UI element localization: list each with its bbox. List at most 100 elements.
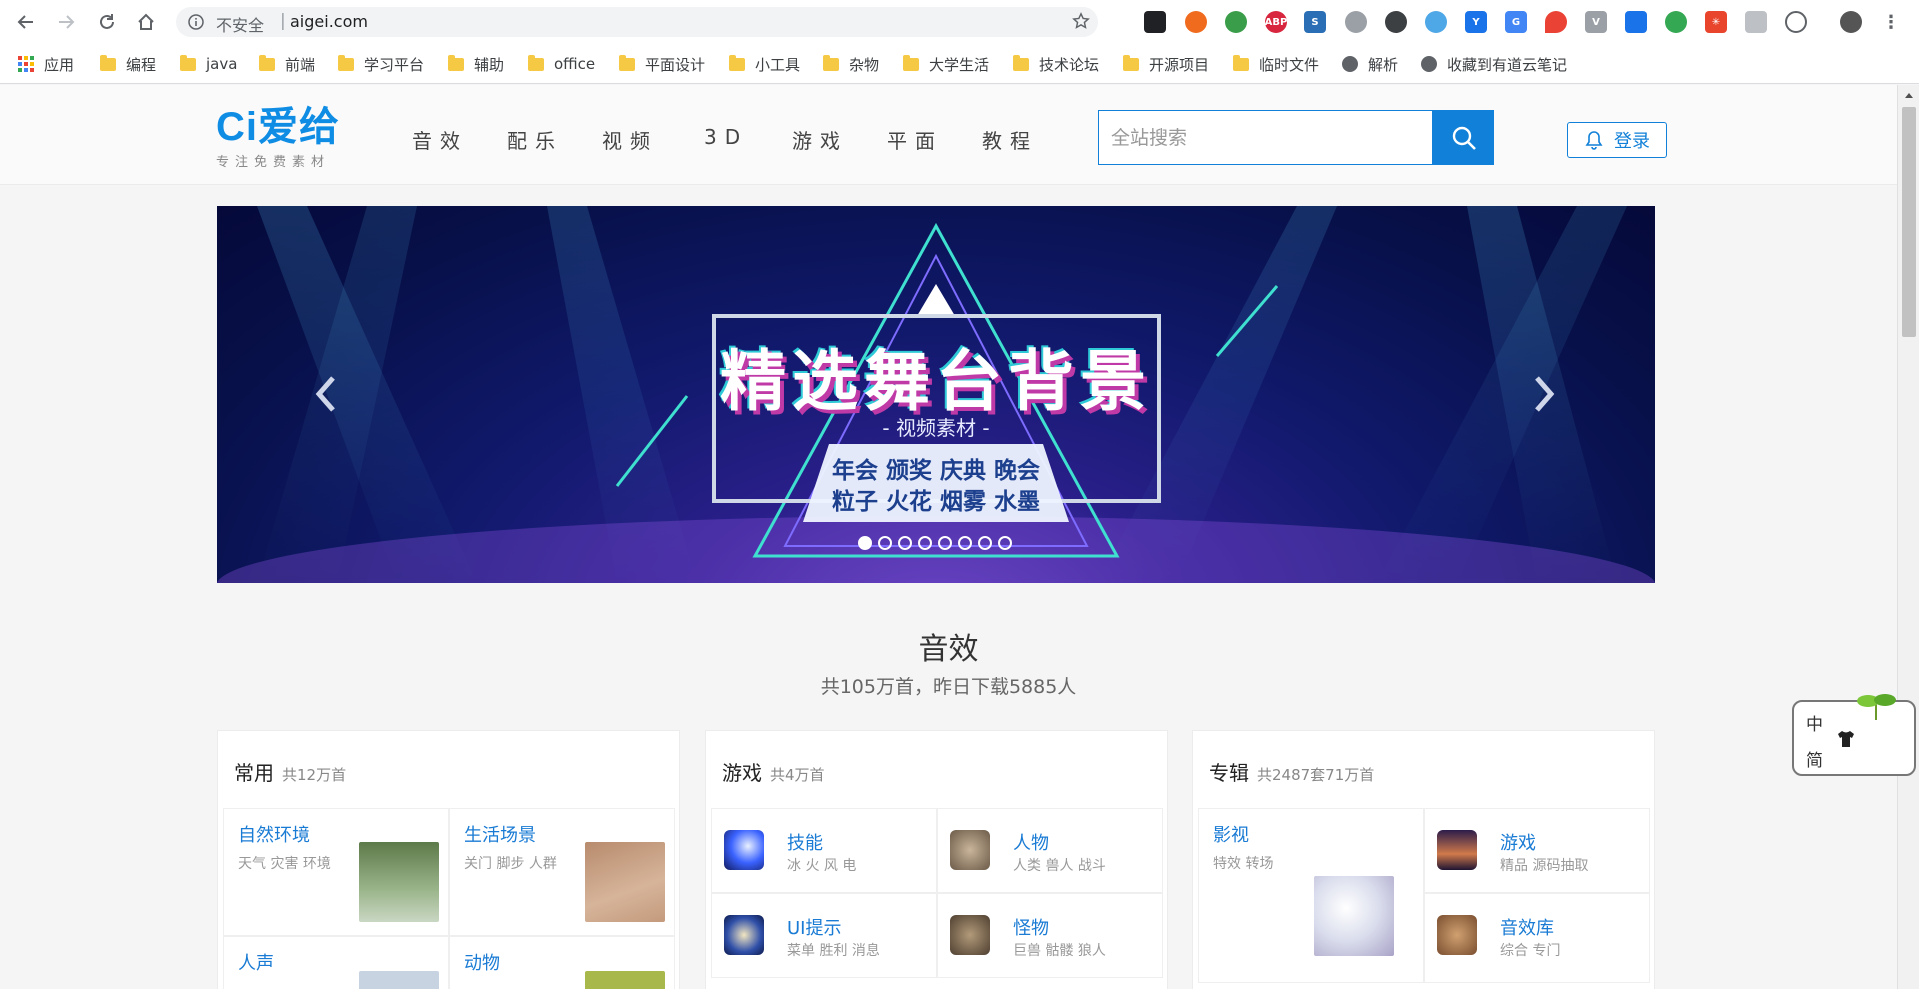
address-separator: |	[280, 11, 286, 31]
site-logo[interactable]: Ci爱给 专注免费素材	[216, 107, 340, 170]
folder-icon	[823, 54, 839, 71]
category-card: 常用 共12万首 自然环境 天气 灾害 环境 生活场景 关门 脚步 人群 人声 动…	[217, 730, 680, 989]
bookmark-folder[interactable]: 前端	[259, 54, 315, 74]
monster-icon	[950, 915, 990, 955]
extension-icon[interactable]	[1625, 11, 1647, 33]
nav-item-tutorial[interactable]: 教程	[982, 125, 1038, 154]
nav-item-video[interactable]: 视频	[602, 125, 658, 154]
extension-icon[interactable]	[1225, 11, 1247, 33]
extension-icon[interactable]	[1345, 11, 1367, 33]
search-box	[1098, 110, 1433, 165]
item-title: 人物	[1013, 833, 1049, 854]
extension-icon[interactable]	[1665, 11, 1687, 33]
extension-icon[interactable]: Y	[1465, 11, 1487, 33]
carousel-dot[interactable]	[998, 536, 1012, 550]
bookmark-folder[interactable]: 平面设计	[619, 54, 705, 74]
adblock-icon[interactable]: ABP	[1265, 11, 1287, 33]
carousel-dot[interactable]	[958, 536, 972, 550]
page-scrollbar[interactable]	[1897, 85, 1919, 989]
banner-tags-line: 粒子 火花 烟雾 水墨	[831, 489, 1041, 515]
category-item[interactable]: 动物	[449, 936, 675, 989]
address-bar[interactable]: 不安全 | aigei.com	[176, 7, 1098, 37]
bookmark-folder[interactable]: 小工具	[729, 54, 800, 74]
info-icon[interactable]	[188, 14, 204, 34]
bookmark-folder[interactable]: 临时文件	[1233, 54, 1319, 74]
bookmark-folder[interactable]: 辅助	[448, 54, 504, 74]
carousel-prev-button[interactable]	[305, 369, 345, 419]
category-item[interactable]: UI提示 菜单 胜利 消息	[711, 893, 937, 978]
extension-icon[interactable]	[1144, 11, 1166, 33]
back-icon[interactable]	[14, 10, 38, 34]
item-tags: 冰 火 风 电	[787, 858, 857, 874]
scroll-thumb[interactable]	[1902, 107, 1916, 337]
category-item[interactable]: 游戏 精品 源码抽取	[1424, 808, 1650, 893]
home-icon[interactable]	[134, 10, 158, 34]
category-item[interactable]: 人物 人类 兽人 战斗	[937, 808, 1163, 893]
bookmark-folder[interactable]: 大学生活	[903, 54, 989, 74]
nav-item-graphic[interactable]: 平面	[887, 125, 943, 154]
carousel-dot[interactable]	[878, 536, 892, 550]
bookmark-link[interactable]: 收藏到有道云笔记	[1421, 54, 1567, 74]
bookmark-apps[interactable]: 应用	[18, 54, 74, 74]
avatar[interactable]	[1840, 11, 1862, 33]
category-item[interactable]: 怪物 巨兽 骷髅 狼人	[937, 893, 1163, 978]
url-text[interactable]: aigei.com	[290, 12, 368, 31]
extension-icon[interactable]	[1785, 11, 1807, 33]
translate-icon[interactable]: G	[1505, 11, 1527, 33]
category-item[interactable]: 音效库 综合 专门	[1424, 893, 1650, 983]
folder-icon	[1123, 54, 1139, 71]
security-label: 不安全	[216, 16, 265, 35]
hero-banner[interactable]: 精选舞台背景 - 视频素材 - 年会 颁奖 庆典 晚会 粒子 火花 烟雾 水墨	[217, 206, 1655, 583]
menu-icon[interactable]: ⋮	[1880, 11, 1902, 33]
ui-icon	[724, 915, 764, 955]
login-button[interactable]: 登录	[1567, 122, 1667, 158]
scroll-up-arrow-icon[interactable]	[1905, 93, 1913, 98]
bookmark-folder[interactable]: 编程	[100, 54, 156, 74]
item-title: 动物	[464, 953, 500, 974]
nav-item-music[interactable]: 配乐	[507, 125, 563, 154]
extension-icon[interactable]	[1385, 11, 1407, 33]
extension-icon[interactable]: S	[1304, 11, 1326, 33]
bookmark-folder[interactable]: 学习平台	[338, 54, 424, 74]
carousel-dot[interactable]	[938, 536, 952, 550]
extension-icon[interactable]	[1545, 11, 1567, 33]
category-item[interactable]: 影视 特效 转场	[1198, 808, 1424, 983]
card-title[interactable]: 专辑	[1209, 761, 1249, 785]
category-item[interactable]: 技能 冰 火 风 电	[711, 808, 937, 893]
search-input[interactable]	[1099, 111, 1369, 164]
extension-icon[interactable]	[1745, 11, 1767, 33]
category-item[interactable]: 自然环境 天气 灾害 环境	[223, 808, 449, 936]
category-item[interactable]: 生活场景 关门 脚步 人群	[449, 808, 675, 936]
forward-icon[interactable]	[54, 10, 78, 34]
carousel-dot[interactable]	[918, 536, 932, 550]
bookmark-folder[interactable]: 技术论坛	[1013, 54, 1099, 74]
carousel-dot[interactable]	[978, 536, 992, 550]
extension-icon[interactable]: V	[1585, 11, 1607, 33]
bookmark-star-icon[interactable]	[1072, 12, 1090, 34]
carousel-next-button[interactable]	[1525, 369, 1565, 419]
search-button[interactable]	[1433, 110, 1494, 165]
extension-icon[interactable]	[1185, 11, 1207, 33]
ime-widget[interactable]: 中 简	[1792, 694, 1916, 776]
carousel-dot[interactable]	[898, 536, 912, 550]
bookmark-link[interactable]: 解析	[1342, 54, 1398, 74]
card-title[interactable]: 常用	[234, 761, 274, 785]
item-tags: 精品 源码抽取	[1500, 858, 1589, 874]
extension-icon[interactable]: ✳	[1705, 11, 1727, 33]
nav-item-game[interactable]: 游戏	[792, 125, 848, 154]
folder-icon	[338, 54, 354, 71]
bookmark-label: 应用	[44, 55, 75, 74]
apps-grid-icon	[18, 56, 34, 72]
bookmark-folder[interactable]: office	[528, 54, 595, 74]
bookmark-folder[interactable]: java	[180, 54, 237, 74]
bookmark-folder[interactable]: 杂物	[823, 54, 879, 74]
nav-item-sound[interactable]: 音效	[412, 125, 468, 154]
carousel-dot[interactable]	[858, 536, 872, 550]
bookmark-folder[interactable]: 开源项目	[1123, 54, 1209, 74]
category-item[interactable]: 人声	[223, 936, 449, 989]
card-title[interactable]: 游戏	[722, 761, 762, 785]
extension-icon[interactable]	[1425, 11, 1447, 33]
nav-item-3d[interactable]: 3D	[704, 125, 748, 149]
reload-icon[interactable]	[95, 10, 119, 34]
item-title: 游戏	[1500, 833, 1536, 854]
